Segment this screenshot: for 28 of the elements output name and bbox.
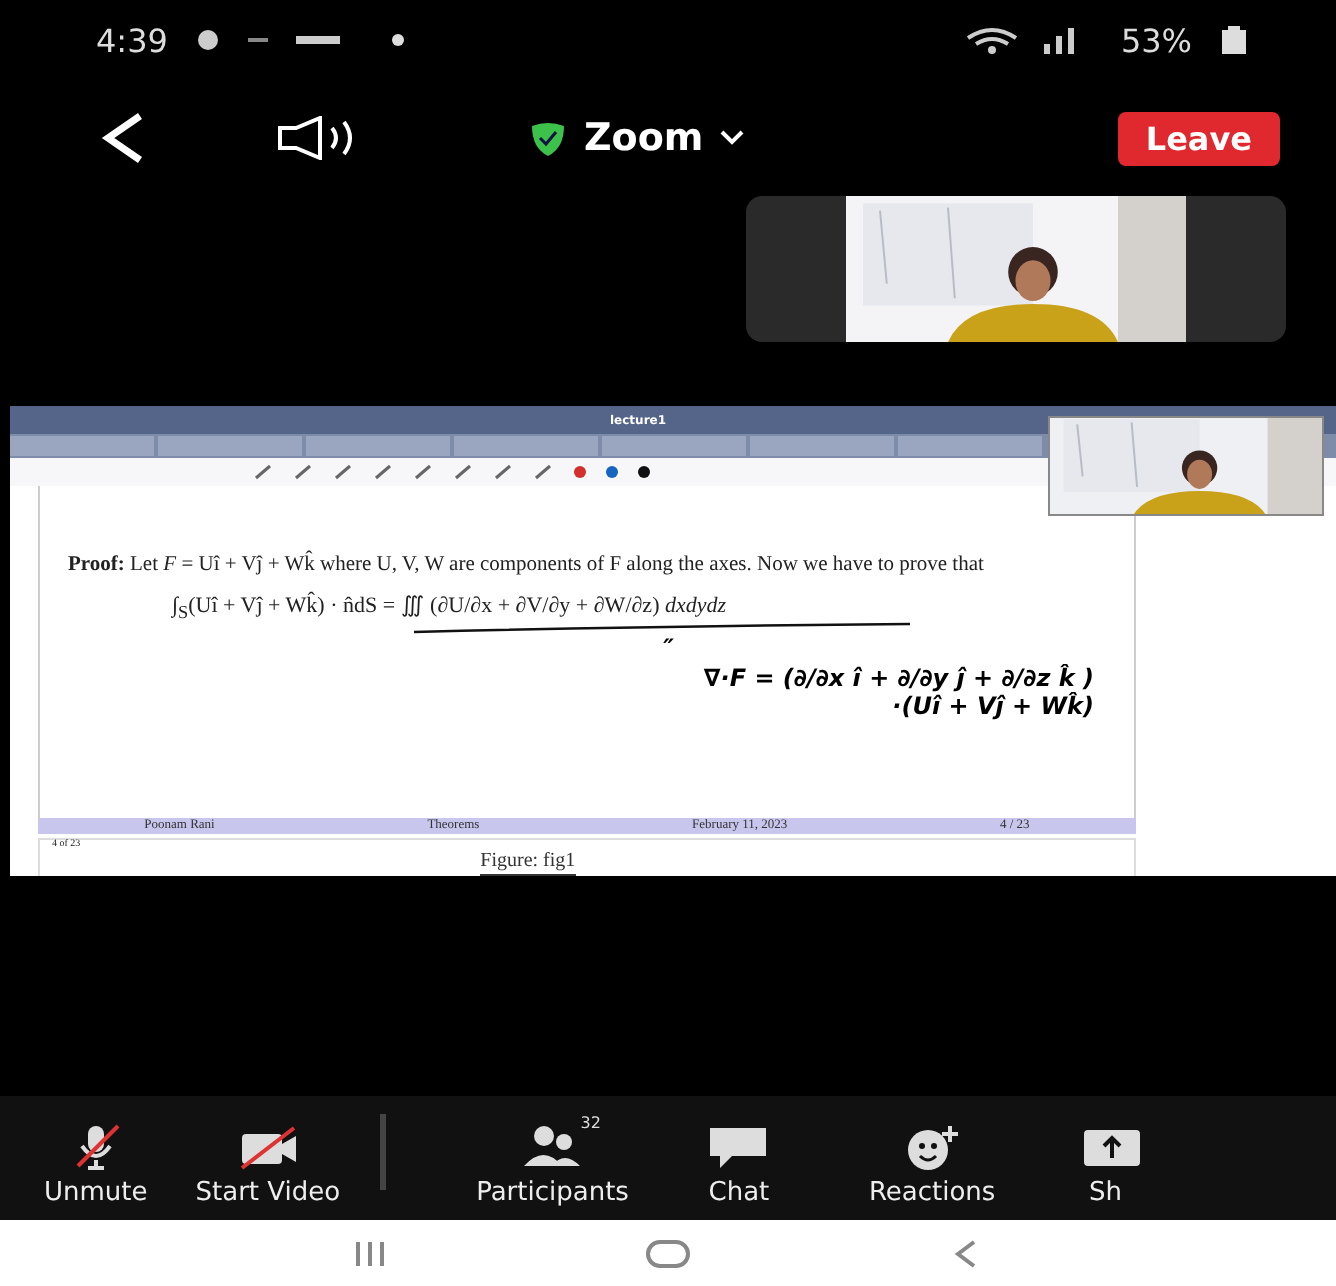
app-notification-icon xyxy=(295,34,340,46)
pen-color-swatch[interactable] xyxy=(574,466,586,478)
clock-time: 4:39 xyxy=(96,21,168,59)
notification-dot-icon xyxy=(391,34,404,46)
pen-color-swatch[interactable] xyxy=(606,466,618,478)
formula: ∫$_{S}$(Uî + Vĵ + Wk̂) · n̂dS = ∭ (∂U/∂x + ∂V/∂y + ∂W/∂z) dxdydz xyxy=(172,592,729,623)
toolbar-button[interactable]: Unmute xyxy=(44,1122,148,1208)
handwritten-note: ″ xyxy=(663,634,674,664)
toolbar-button[interactable]: Start Video xyxy=(195,1122,341,1208)
handwritten-note: ·(Uî + Vĵ + Wk̂) xyxy=(892,692,1094,721)
battery-icon xyxy=(1220,26,1248,54)
leave-button[interactable]: Leave xyxy=(1117,111,1280,165)
pen-color-swatch[interactable] xyxy=(638,466,650,478)
proof-text: Proof: Let F = Uî + Vĵ + Wk̂ where U, V, W are components of F along the axes. Now we have to prove that xyxy=(68,554,986,579)
toolbar-button[interactable]: Reactions xyxy=(868,1122,996,1208)
figure-caption: Figure: fig1 xyxy=(480,850,576,876)
toolbar-button[interactable]: Chat xyxy=(704,1122,773,1208)
battery-percent: 53% xyxy=(1120,21,1192,59)
app-notification-icon xyxy=(195,28,220,52)
handwritten-note: ∇·F = (∂/∂x î + ∂/∂y ĵ + ∂/∂z k̂ ) xyxy=(703,663,1094,692)
participant-count: 32 xyxy=(580,1114,601,1132)
back-icon[interactable] xyxy=(100,112,148,164)
chevron-down-icon xyxy=(719,130,744,146)
meeting-title-menu[interactable]: Zoom xyxy=(528,116,744,160)
toolbar-button[interactable]: Sh xyxy=(1071,1122,1140,1208)
shield-icon xyxy=(528,120,568,156)
app-notification-icon xyxy=(247,36,268,44)
home-icon[interactable] xyxy=(643,1237,692,1269)
